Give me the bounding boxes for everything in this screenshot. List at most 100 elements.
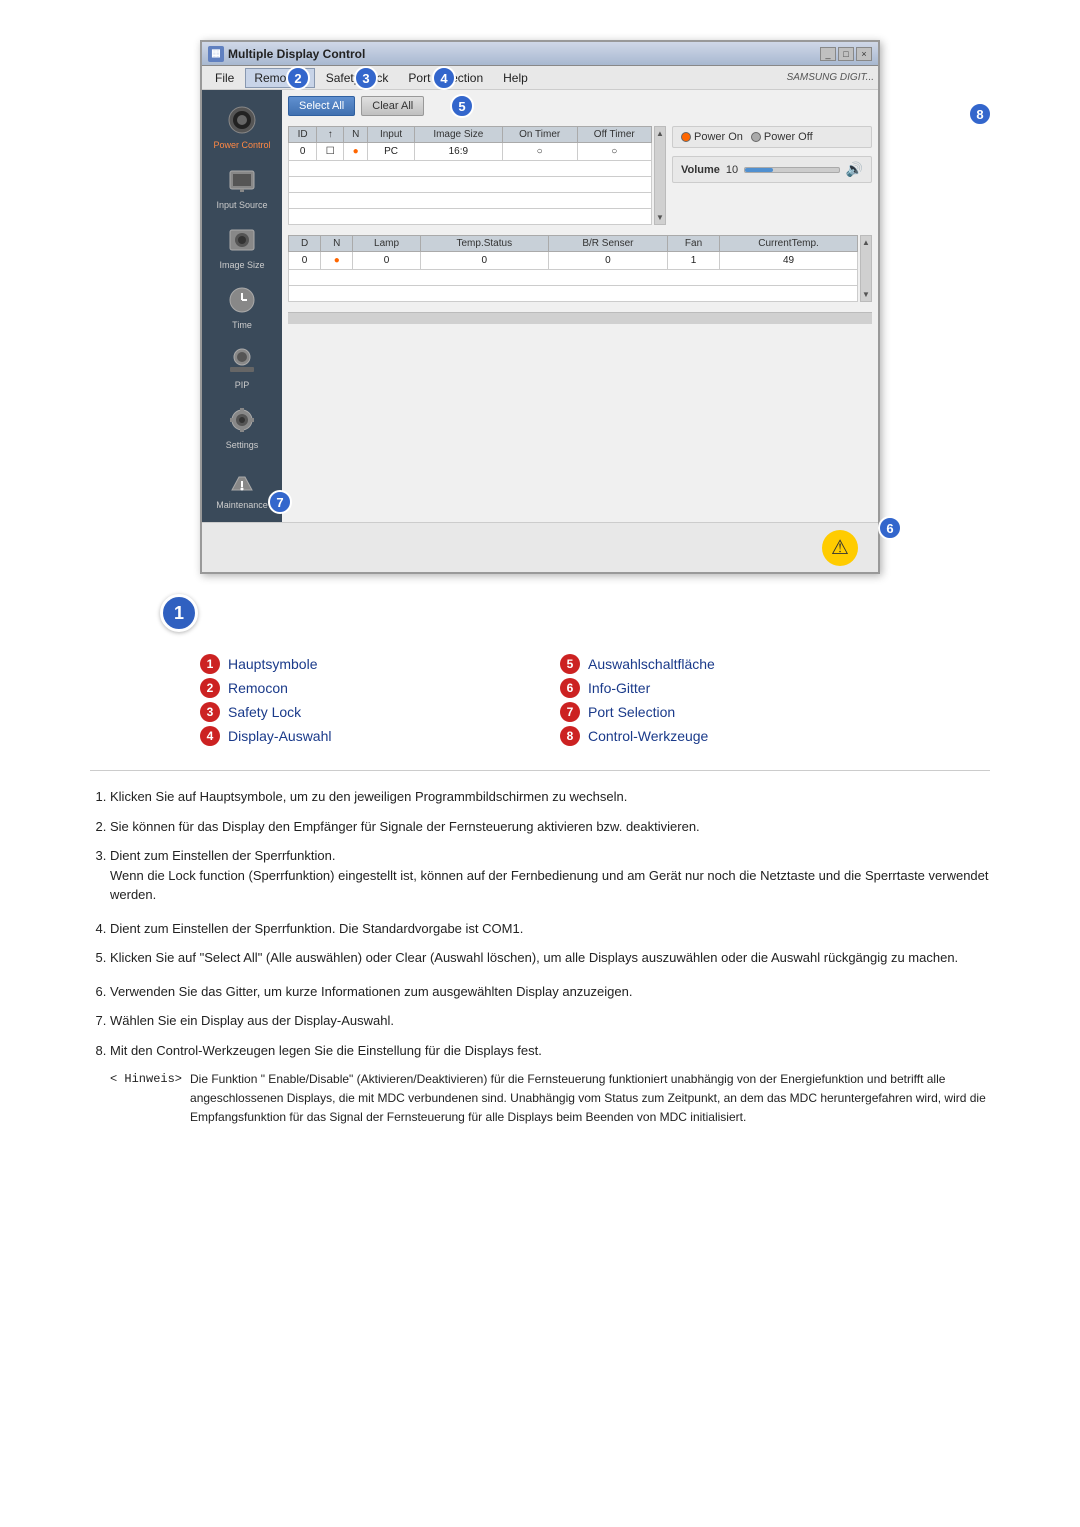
app-window-container: ▦ Multiple Display Control _ □ × File Re…	[80, 40, 1000, 614]
power-row: Power On Power Off	[672, 126, 872, 148]
power-off-dot	[751, 132, 761, 142]
legend-badge-3: 3	[200, 702, 220, 722]
legend-badge-4: 4	[200, 726, 220, 746]
scrollbar[interactable]: ▲ ▼	[654, 126, 666, 225]
table-area: ID ↑ N Input Image Size On Timer Off Tim…	[288, 126, 666, 225]
volume-label: Volume	[681, 164, 720, 176]
list-item-5: Klicken Sie auf "Select All" (Alle auswä…	[110, 948, 990, 968]
sidebar-item-input-source[interactable]: Input Source	[202, 158, 282, 214]
bottom-table-wrap: D N Lamp Temp.Status B/R Senser Fan Curr…	[288, 235, 872, 302]
maintenance-icon	[224, 462, 260, 498]
badge-2: 2	[286, 66, 310, 90]
menu-file[interactable]: File	[206, 68, 243, 88]
cell-n: ●	[344, 143, 368, 161]
legend-label-7: Port Selection	[588, 704, 675, 720]
power-on-label: Power On	[694, 131, 743, 143]
badge-5: 5	[450, 94, 474, 118]
select-all-button[interactable]: Select All	[288, 96, 355, 116]
hinweis-label: < Hinweis>	[110, 1070, 182, 1128]
legend-badge-1: 1	[200, 654, 220, 674]
bcell-d: 0	[289, 252, 321, 270]
legend-item-2: 2 Remocon	[200, 678, 520, 698]
sidebar-label-settings: Settings	[226, 440, 259, 450]
bottom-scrollbar[interactable]: ▲ ▼	[860, 235, 872, 302]
volume-bar[interactable]	[744, 167, 839, 173]
list-item-6: Verwenden Sie das Gitter, um kurze Infor…	[110, 982, 990, 1002]
cell-check: ☐	[317, 143, 344, 161]
window-title: Multiple Display Control	[228, 47, 365, 61]
bottom-table-row[interactable]	[289, 286, 858, 302]
sidebar-label-pip: PIP	[235, 380, 250, 390]
cell-id: 0	[289, 143, 317, 161]
list-item-8: Mit den Control-Werkzeugen legen Sie die…	[110, 1041, 990, 1128]
bcol-temp: Temp.Status	[420, 236, 548, 252]
top-table: ID ↑ N Input Image Size On Timer Off Tim…	[288, 126, 652, 225]
legend-badge-7: 7	[560, 702, 580, 722]
table-row[interactable]	[289, 209, 652, 225]
legend-item-1: 1 Hauptsymbole	[200, 654, 520, 674]
warning-icon: ⚠	[822, 530, 858, 566]
hinweis-text: Die Funktion " Enable/Disable" (Aktivier…	[190, 1070, 990, 1128]
table-row[interactable]: 0 ☐ ● PC 16:9 ○ ○	[289, 143, 652, 161]
col-offtimer: Off Timer	[577, 127, 651, 143]
bcell-fan: 1	[668, 252, 720, 270]
scroll-up-arrow[interactable]: ▲	[656, 129, 664, 138]
close-button[interactable]: ×	[856, 47, 872, 61]
sidebar-item-time[interactable]: Time	[202, 278, 282, 334]
badge-3: 3	[354, 66, 378, 90]
power-off-radio[interactable]: Power Off	[751, 131, 813, 143]
bcell-lamp: 0	[353, 252, 420, 270]
sidebar-item-settings[interactable]: Settings	[202, 398, 282, 454]
title-bar: ▦ Multiple Display Control _ □ ×	[202, 42, 878, 66]
bottom-table-flex: D N Lamp Temp.Status B/R Senser Fan Curr…	[288, 235, 872, 302]
sidebar-item-pip[interactable]: PIP	[202, 338, 282, 394]
hinweis-block: < Hinweis> Die Funktion " Enable/Disable…	[110, 1070, 990, 1128]
badge-4: 4	[432, 66, 456, 90]
bcell-temp: 0	[420, 252, 548, 270]
legend-section: 1 Hauptsymbole 5 Auswahlschaltfläche 2 R…	[200, 654, 880, 746]
list-item-8-text: Mit den Control-Werkzeugen legen Sie die…	[110, 1043, 542, 1058]
power-on-dot	[681, 132, 691, 142]
power-off-label: Power Off	[764, 131, 813, 143]
scroll-down-arrow[interactable]: ▼	[656, 213, 664, 222]
bottom-table-inner: D N Lamp Temp.Status B/R Senser Fan Curr…	[288, 235, 858, 302]
bcol-d: D	[289, 236, 321, 252]
bcol-brsenser: B/R Senser	[548, 236, 667, 252]
sidebar-item-power-control[interactable]: Power Control	[202, 98, 282, 154]
col-n: N	[344, 127, 368, 143]
legend-badge-2: 2	[200, 678, 220, 698]
bottom-scroll-down[interactable]: ▼	[862, 290, 870, 299]
bottom-table-row[interactable]: 0 ● 0 0 0 1 49	[289, 252, 858, 270]
top-section: ID ↑ N Input Image Size On Timer Off Tim…	[288, 126, 872, 225]
legend-grid: 1 Hauptsymbole 5 Auswahlschaltfläche 2 R…	[200, 654, 880, 746]
display-table-wrap: ID ↑ N Input Image Size On Timer Off Tim…	[288, 126, 652, 225]
input-source-icon	[224, 162, 260, 198]
legend-label-3: Safety Lock	[228, 704, 301, 720]
title-bar-left: ▦ Multiple Display Control	[208, 46, 365, 62]
sidebar-label-power: Power Control	[213, 140, 270, 150]
cell-imagesize: 16:9	[414, 143, 502, 161]
legend-item-8: 8 Control-Werkzeuge	[560, 726, 880, 746]
bottom-table-row[interactable]	[289, 270, 858, 286]
legend-item-6: 6 Info-Gitter	[560, 678, 880, 698]
table-row[interactable]	[289, 161, 652, 177]
minimize-button[interactable]: _	[820, 47, 836, 61]
bcell-n: ●	[321, 252, 353, 270]
page-wrapper: ▦ Multiple Display Control _ □ × File Re…	[0, 0, 1080, 1182]
cell-offtimer: ○	[577, 143, 651, 161]
time-icon	[224, 282, 260, 318]
table-row[interactable]	[289, 177, 652, 193]
app-icon: ▦	[208, 46, 224, 62]
clear-all-button[interactable]: Clear All	[361, 96, 424, 116]
section-divider	[90, 770, 990, 771]
restore-button[interactable]: □	[838, 47, 854, 61]
title-controls[interactable]: _ □ ×	[820, 47, 872, 61]
bottom-scroll-up[interactable]: ▲	[862, 238, 870, 247]
menu-help[interactable]: Help	[494, 68, 537, 88]
badge-7: 7	[268, 490, 292, 514]
col-up: ↑	[317, 127, 344, 143]
sidebar-item-image-size[interactable]: Image Size	[202, 218, 282, 274]
table-row[interactable]	[289, 193, 652, 209]
col-input: Input	[368, 127, 415, 143]
power-on-radio[interactable]: Power On	[681, 131, 743, 143]
